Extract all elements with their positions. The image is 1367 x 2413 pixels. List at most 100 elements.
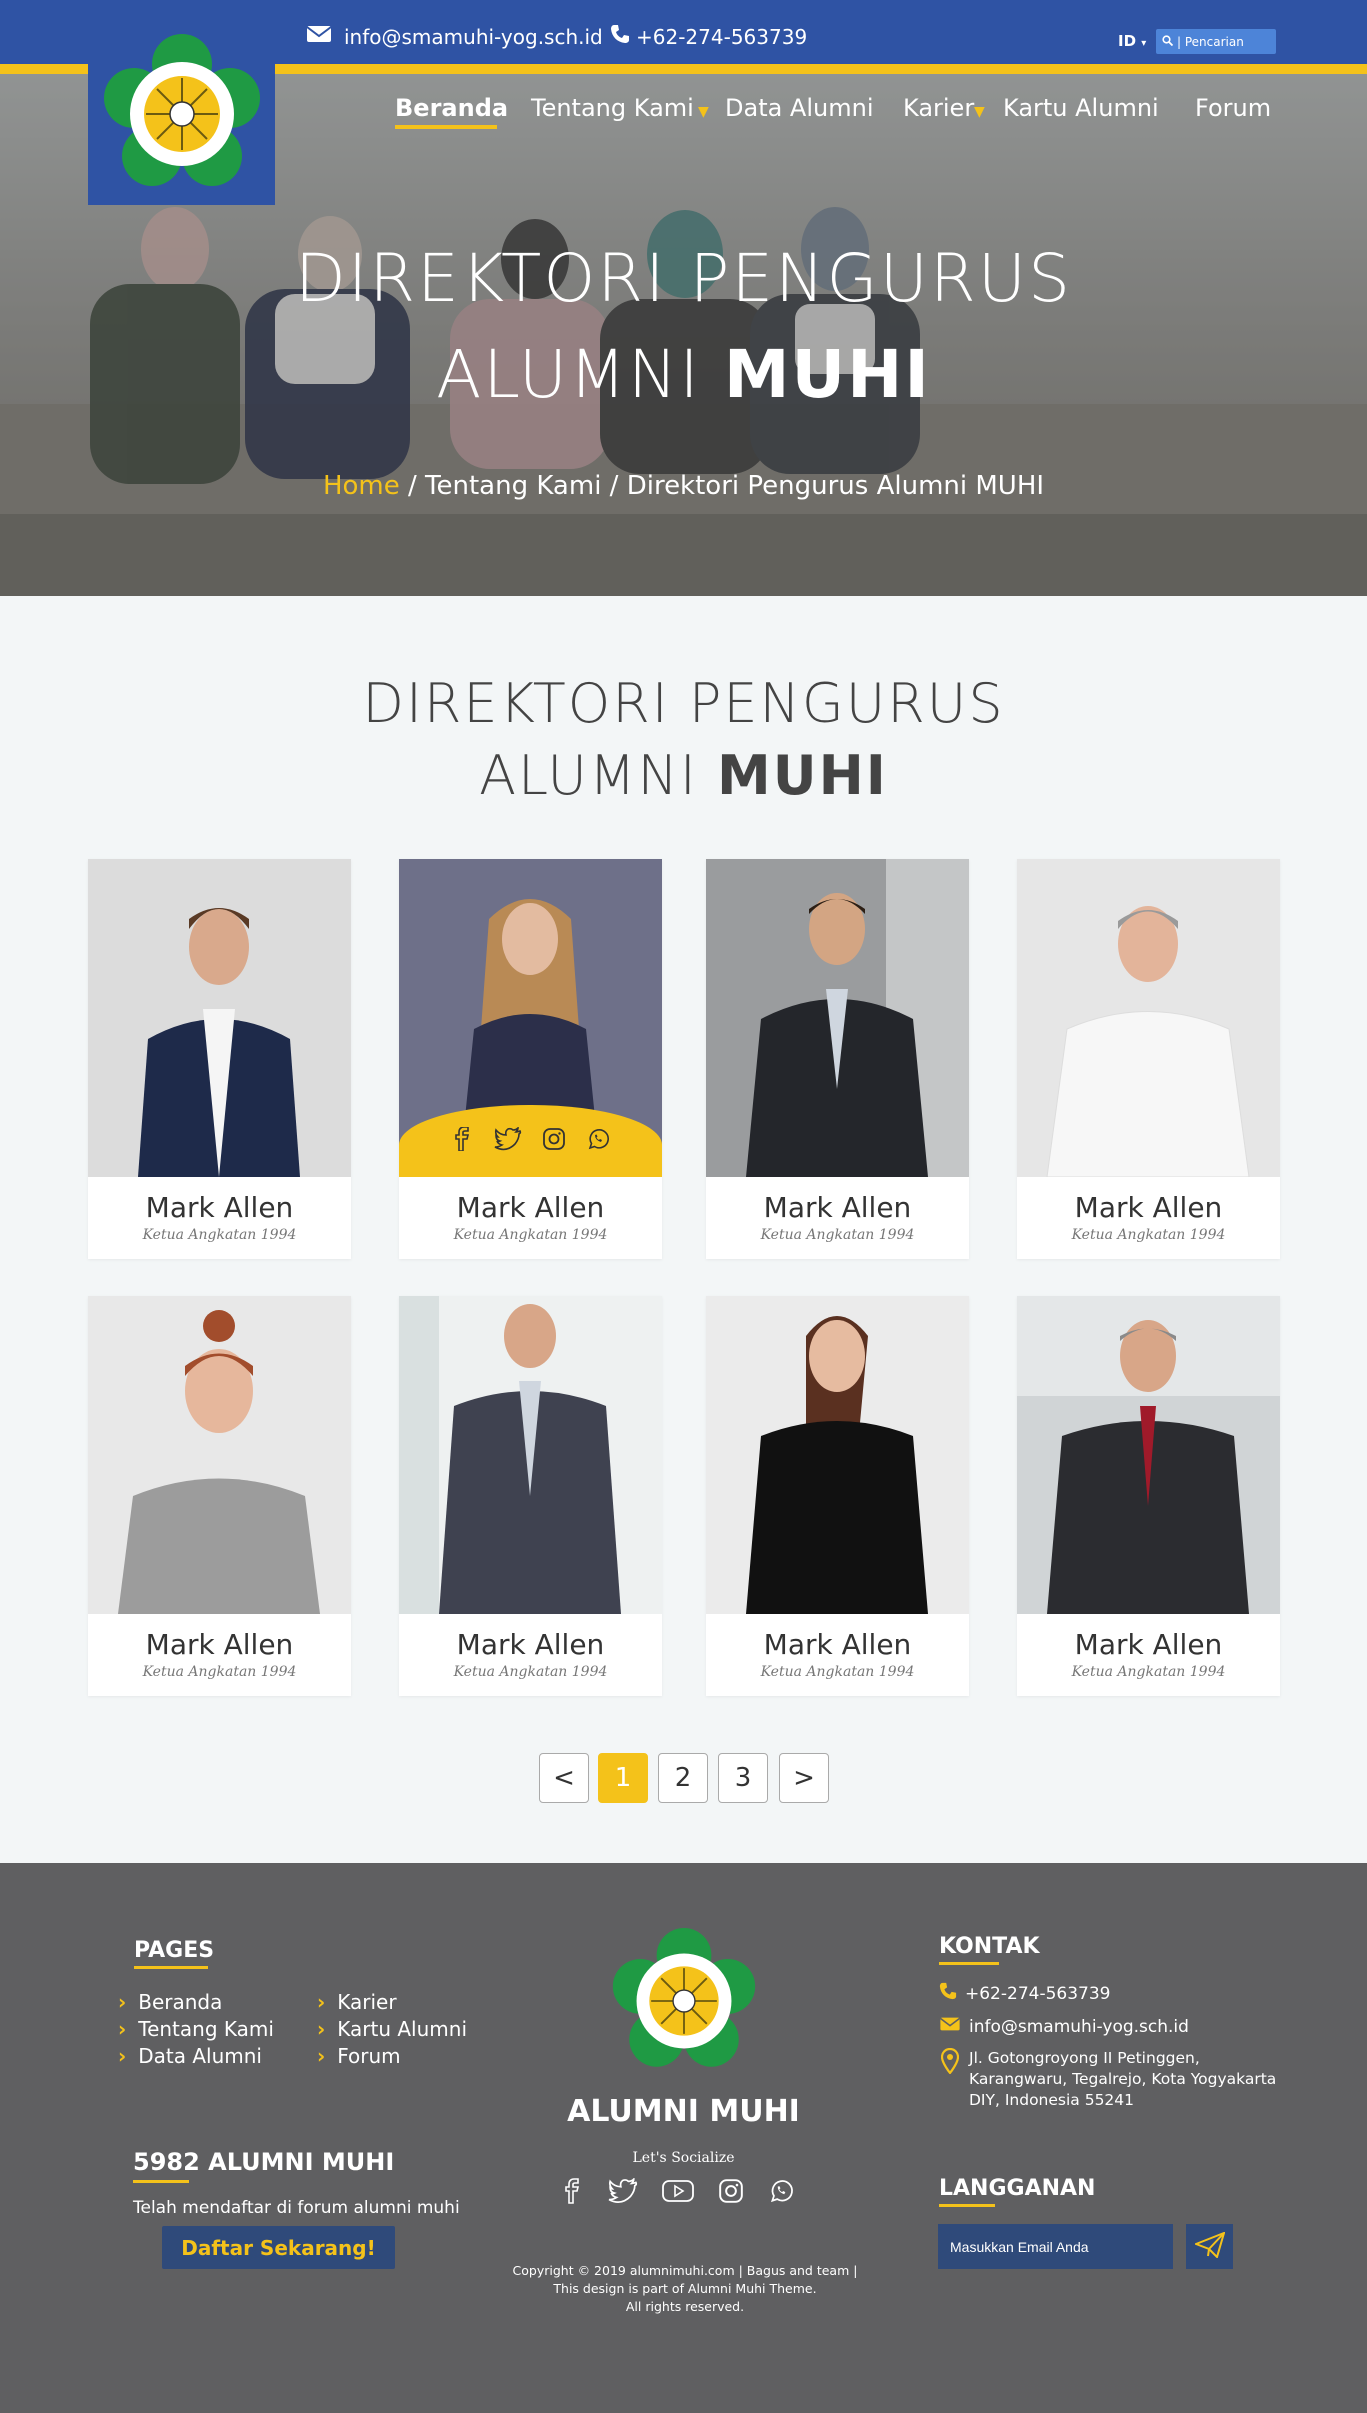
instagram-icon[interactable] [542, 1127, 566, 1155]
nav-beranda[interactable]: Beranda [395, 94, 508, 122]
location-pin-icon [940, 2047, 960, 2078]
heading-underline [134, 1966, 208, 1969]
hero-title-line1: DIREKTORI PENGURUS [295, 240, 1072, 317]
member-photo [706, 1296, 969, 1614]
address-line: DIY, Indonesia 55241 [969, 2091, 1135, 2109]
member-role: Ketua Angkatan 1994 [760, 1664, 915, 1680]
footer-link-karier[interactable]: › Karier [317, 1990, 397, 2014]
member-card[interactable]: Mark Allen Ketua Angkatan 1994 [399, 859, 662, 1259]
member-role: Ketua Angkatan 1994 [142, 1664, 297, 1680]
twitter-icon[interactable] [608, 2177, 638, 2208]
member-card[interactable]: Mark Allen Ketua Angkatan 1994 [1017, 859, 1280, 1259]
member-photo [1017, 859, 1280, 1177]
member-name: Mark Allen [145, 1191, 294, 1224]
copyright: Copyright © 2019 alumnimuhi.com | Bagus … [500, 2262, 870, 2316]
footer-link-label: Karier [337, 1990, 397, 2014]
footer-link-tentang-kami[interactable]: › Tentang Kami [118, 2017, 274, 2041]
register-button[interactable]: Daftar Sekarang! [162, 2226, 395, 2269]
member-card[interactable]: Mark Allen Ketua Angkatan 1994 [706, 1296, 969, 1696]
top-email[interactable]: info@smamuhi-yog.sch.id [306, 24, 603, 49]
chevron-right-icon: › [317, 1990, 326, 2014]
heading-underline [133, 2180, 189, 2183]
paper-plane-icon [1192, 2230, 1226, 2262]
contact-email[interactable]: info@smamuhi-yog.sch.id [939, 2016, 1189, 2037]
pagination-page-1[interactable]: 1 [598, 1753, 648, 1803]
nav-tentang-kami[interactable]: Tentang Kami [531, 94, 694, 122]
footer-link-label: Beranda [138, 1990, 223, 2014]
member-photo [88, 1296, 351, 1614]
address-line: Karangwaru, Tegalrejo, Kota Yogyakarta [969, 2070, 1277, 2088]
subscribe-email-input[interactable] [938, 2224, 1173, 2269]
footer-logo [611, 1928, 757, 2078]
alumni-count-text: Telah mendaftar di forum alumni muhi [133, 2198, 460, 2218]
school-emblem-icon [103, 33, 260, 186]
member-role: Ketua Angkatan 1994 [453, 1664, 608, 1680]
footer-link-data-alumni[interactable]: › Data Alumni [118, 2044, 262, 2068]
member-card[interactable]: Mark Allen Ketua Angkatan 1994 [399, 1296, 662, 1696]
chevron-right-icon: › [118, 2017, 127, 2041]
contact-email-text: info@smamuhi-yog.sch.id [969, 2016, 1189, 2037]
search-input[interactable]: | Pencarian [1177, 35, 1244, 49]
search-box[interactable]: | Pencarian [1156, 29, 1276, 54]
section-title-regular: ALUMNI [479, 744, 698, 807]
site-logo[interactable] [88, 22, 275, 205]
chevron-right-icon: › [317, 2017, 326, 2041]
pagination-page-2[interactable]: 2 [658, 1753, 708, 1803]
member-name: Mark Allen [1074, 1628, 1223, 1661]
pagination-page-3[interactable]: 3 [718, 1753, 768, 1803]
hero-title-bold: MUHI [723, 336, 931, 413]
member-photo [88, 859, 351, 1177]
subscribe-send-button[interactable] [1186, 2224, 1233, 2269]
nav-data-alumni[interactable]: Data Alumni [725, 94, 874, 122]
contact-phone[interactable]: +62-274-563739 [939, 1982, 1111, 2005]
pagination-next[interactable]: > [779, 1753, 829, 1803]
breadcrumb-trail: / Tentang Kami / Direktori Pengurus Alum… [399, 471, 1045, 501]
member-name: Mark Allen [763, 1628, 912, 1661]
facebook-icon[interactable] [452, 1126, 474, 1155]
heading-underline [939, 2204, 995, 2207]
youtube-icon[interactable] [662, 2179, 694, 2207]
member-card[interactable]: Mark Allen Ketua Angkatan 1994 [706, 859, 969, 1259]
member-photo [399, 859, 662, 1177]
instagram-icon[interactable] [718, 2178, 744, 2208]
section-title-bold: MUHI [717, 744, 888, 807]
member-card[interactable]: Mark Allen Ketua Angkatan 1994 [88, 1296, 351, 1696]
footer-link-beranda[interactable]: › Beranda [118, 1990, 222, 2014]
language-selector[interactable]: ID ▾ [1118, 32, 1146, 50]
contact-heading: KONTAK [939, 1934, 1040, 1959]
nav-forum[interactable]: Forum [1195, 94, 1271, 122]
language-label: ID [1118, 32, 1137, 50]
footer-link-kartu-alumni[interactable]: › Kartu Alumni [317, 2017, 467, 2041]
member-role: Ketua Angkatan 1994 [453, 1227, 608, 1243]
search-icon [1162, 34, 1174, 49]
member-card[interactable]: Mark Allen Ketua Angkatan 1994 [88, 859, 351, 1259]
footer-link-label: Data Alumni [138, 2044, 262, 2068]
member-role: Ketua Angkatan 1994 [760, 1227, 915, 1243]
member-name: Mark Allen [456, 1191, 605, 1224]
member-name: Mark Allen [1074, 1191, 1223, 1224]
breadcrumb-home-link[interactable]: Home [323, 471, 400, 501]
facebook-icon[interactable] [562, 2178, 584, 2208]
footer-link-forum[interactable]: › Forum [317, 2044, 401, 2068]
top-phone[interactable]: +62-274-563739 [610, 24, 807, 49]
breadcrumb: Home / Tentang Kami / Direktori Pengurus… [0, 471, 1367, 501]
pagination-prev[interactable]: < [539, 1753, 589, 1803]
mail-icon [939, 2016, 961, 2037]
chevron-down-icon: ▼ [974, 104, 985, 120]
heading-underline [939, 1962, 999, 1965]
twitter-icon[interactable] [494, 1126, 522, 1155]
footer-social-icons [562, 2177, 794, 2208]
section-title-line1: DIREKTORI PENGURUS [362, 672, 1005, 735]
whatsapp-icon[interactable] [586, 1127, 610, 1155]
phone-icon [939, 1982, 957, 2005]
member-card[interactable]: Mark Allen Ketua Angkatan 1994 [1017, 1296, 1280, 1696]
footer-pages-heading: PAGES [134, 1938, 215, 1963]
nav-karier[interactable]: Karier [903, 94, 974, 122]
whatsapp-icon[interactable] [768, 2178, 794, 2208]
nav-kartu-alumni[interactable]: Kartu Alumni [1003, 94, 1159, 122]
copyright-line: Copyright © 2019 alumnimuhi.com | Bagus … [512, 2263, 858, 2278]
footer-link-label: Forum [337, 2044, 401, 2068]
top-email-text: info@smamuhi-yog.sch.id [344, 24, 603, 49]
member-name: Mark Allen [456, 1628, 605, 1661]
nav-active-underline [395, 125, 497, 129]
